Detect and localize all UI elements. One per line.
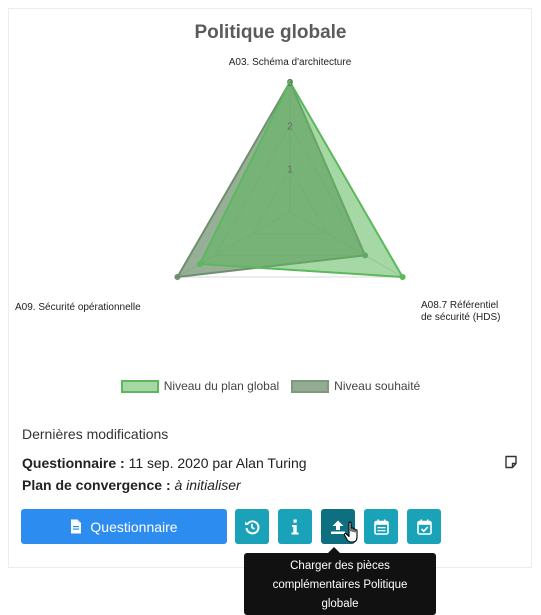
legend-swatch-souhaite	[291, 379, 330, 393]
tooltip-line-1: Charger des pièces	[290, 560, 390, 572]
hand-cursor-icon	[343, 521, 358, 543]
axis-label-schema-architecture: A03. Schéma d'architecture	[229, 57, 352, 68]
axis-label-referentiel-line-0: A08.7 Référentiel	[421, 300, 498, 311]
r-tick-label-2: 2	[287, 121, 293, 132]
r-tick-label-3: 3	[287, 78, 293, 89]
radar-chart: 1 2 3 A03. Schéma d'architecture A08.7 Réf…	[15, 57, 500, 323]
info-icon	[291, 519, 299, 534]
legend-item-plan-global[interactable]: Niveau du plan global	[120, 379, 280, 393]
tooltip-line-3: globale	[321, 598, 359, 610]
convergence-status: à initialiser	[174, 477, 241, 493]
questionnaire-label: Questionnaire :	[22, 455, 125, 471]
convergence-line: Plan de convergence : à initialiser	[22, 477, 241, 493]
convergence-label: Plan de convergence :	[22, 477, 171, 493]
axis-label-referentiel: A08.7 Référentiel de sécurité (HDS)	[421, 300, 500, 323]
calendar-button[interactable]	[364, 509, 398, 544]
questionnaire-modification-line: Questionnaire : 11 sep. 2020 par Alan Tu…	[22, 455, 307, 471]
note-icon[interactable]	[504, 455, 518, 474]
r-tick-label-1: 1	[287, 165, 293, 176]
chart-legend: Niveau du plan global Niveau souhaité	[0, 379, 541, 393]
questionnaire-date: 11 sep. 2020 par Alan Turing	[128, 455, 307, 471]
questionnaire-button-label: Questionnaire	[90, 518, 178, 535]
legend-item-souhaite[interactable]: Niveau souhaité	[291, 379, 420, 393]
radar-series	[174, 79, 406, 280]
history-button[interactable]	[235, 509, 269, 544]
axis-label-securite-operationnelle: A09. Sécurité opérationnelle	[15, 302, 141, 313]
tooltip-line-2: complémentaires Politique	[272, 579, 408, 591]
upload-tooltip: Charger des pièces complémentaires Polit…	[244, 553, 436, 615]
axis-label-referentiel-line-1: de sécurité (HDS)	[421, 312, 500, 323]
history-icon	[245, 519, 260, 534]
series-1-point-2	[174, 274, 181, 280]
calendar-check-button[interactable]	[407, 509, 441, 544]
modifications-heading: Dernières modifications	[22, 426, 169, 442]
series-0-point-2	[196, 261, 203, 267]
series-area-0	[198, 81, 404, 278]
file-icon	[71, 519, 82, 534]
questionnaire-button[interactable]: Questionnaire	[21, 509, 227, 544]
legend-swatch-plan-global	[120, 379, 159, 393]
info-button[interactable]	[278, 509, 312, 544]
legend-label-souhaite: Niveau souhaité	[334, 379, 421, 393]
legend-label-plan-global: Niveau du plan global	[163, 379, 280, 393]
calendar-icon	[373, 519, 389, 535]
calendar-check-icon	[416, 519, 432, 535]
series-0-point-1	[399, 274, 406, 280]
